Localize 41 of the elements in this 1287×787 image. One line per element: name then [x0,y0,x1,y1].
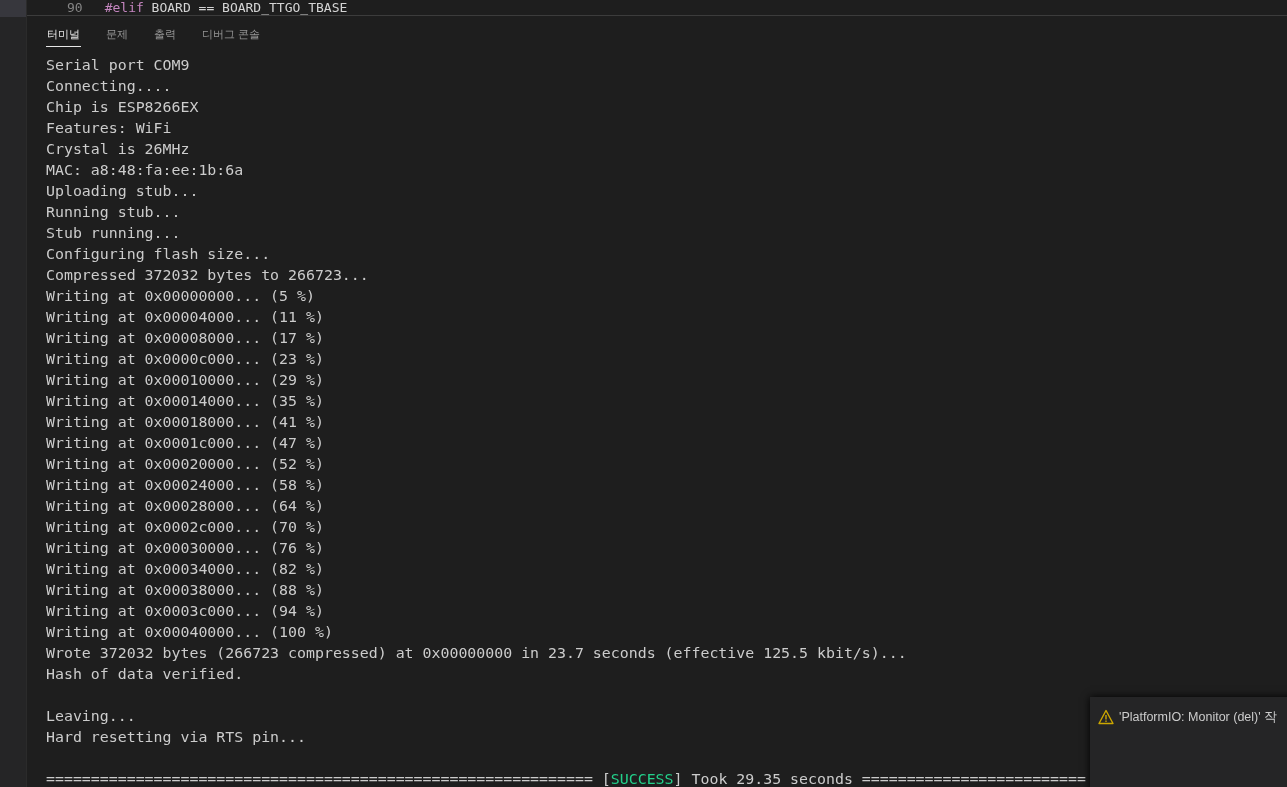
terminal-line: Leaving... [46,706,136,727]
terminal-line: Features: WiFi [46,118,172,139]
terminal-line: Writing at 0x00004000... (11 %) [46,307,324,328]
terminal-line: Writing at 0x00018000... (41 %) [46,412,324,433]
terminal-line: Configuring flash size... [46,244,271,265]
terminal-line: Writing at 0x00028000... (64 %) [46,496,324,517]
terminal-line: Wrote 372032 bytes (266723 compressed) at 0x00000000 in 23.7 seconds (effective 125.5 kbit/s)... [46,643,907,664]
terminal-line: Writing at 0x00000000... (5 %) [46,286,315,307]
terminal-line: MAC: a8:48:fa:ee:1b:6a [46,160,244,181]
panel-tab[interactable]: 디버그 콘솔 [201,22,262,47]
terminal-line: Writing at 0x00038000... (88 %) [46,580,324,601]
terminal-line: Writing at 0x00014000... (35 %) [46,391,324,412]
terminal-line: Writing at 0x00024000... (58 %) [46,475,324,496]
panel-tab[interactable]: 문제 [105,22,129,47]
terminal-line: Hash of data verified. [46,664,244,685]
warning-icon [1098,709,1114,725]
terminal-line: Writing at 0x00010000... (29 %) [46,370,324,391]
terminal-line: Writing at 0x0000c000... (23 %) [46,349,324,370]
terminal-line: Uploading stub... [46,181,199,202]
terminal-line: Writing at 0x0002c000... (70 %) [46,517,324,538]
terminal-line: Chip is ESP8266EX [46,97,199,118]
terminal-line: Writing at 0x0003c000... (94 %) [46,601,324,622]
terminal-line: Writing at 0x00008000... (17 %) [46,328,324,349]
terminal-line: Writing at 0x00030000... (76 %) [46,538,324,559]
terminal-line: ============================================================= [SUCCESS] Took 29.35 seconds ========================= [46,769,1086,787]
terminal-line: Writing at 0x00020000... (52 %) [46,454,324,475]
terminal-line: Connecting.... [46,76,172,97]
terminal-line: Writing at 0x0001c000... (47 %) [46,433,324,454]
line-number: 90 [67,0,83,15]
terminal-line: Hard resetting via RTS pin... [46,727,306,748]
terminal-line: Writing at 0x00040000... (100 %) [46,622,333,643]
terminal-line: Running stub... [46,202,181,223]
terminal-line: Crystal is 26MHz [46,139,190,160]
terminal-line: Stub running... [46,223,181,244]
terminal-line: Writing at 0x00034000... (82 %) [46,559,324,580]
code-line: #elif BOARD == BOARD_TTGO_TBASE [104,0,348,15]
panel-tab[interactable]: 출력 [153,22,177,47]
panel-tab[interactable]: 터미널 [46,22,81,47]
notification-message: 'PlatformIO: Monitor (del)' 작 [1119,709,1278,726]
terminal-line: Compressed 372032 bytes to 266723... [46,265,369,286]
terminal-line: Serial port COM9 [46,55,190,76]
